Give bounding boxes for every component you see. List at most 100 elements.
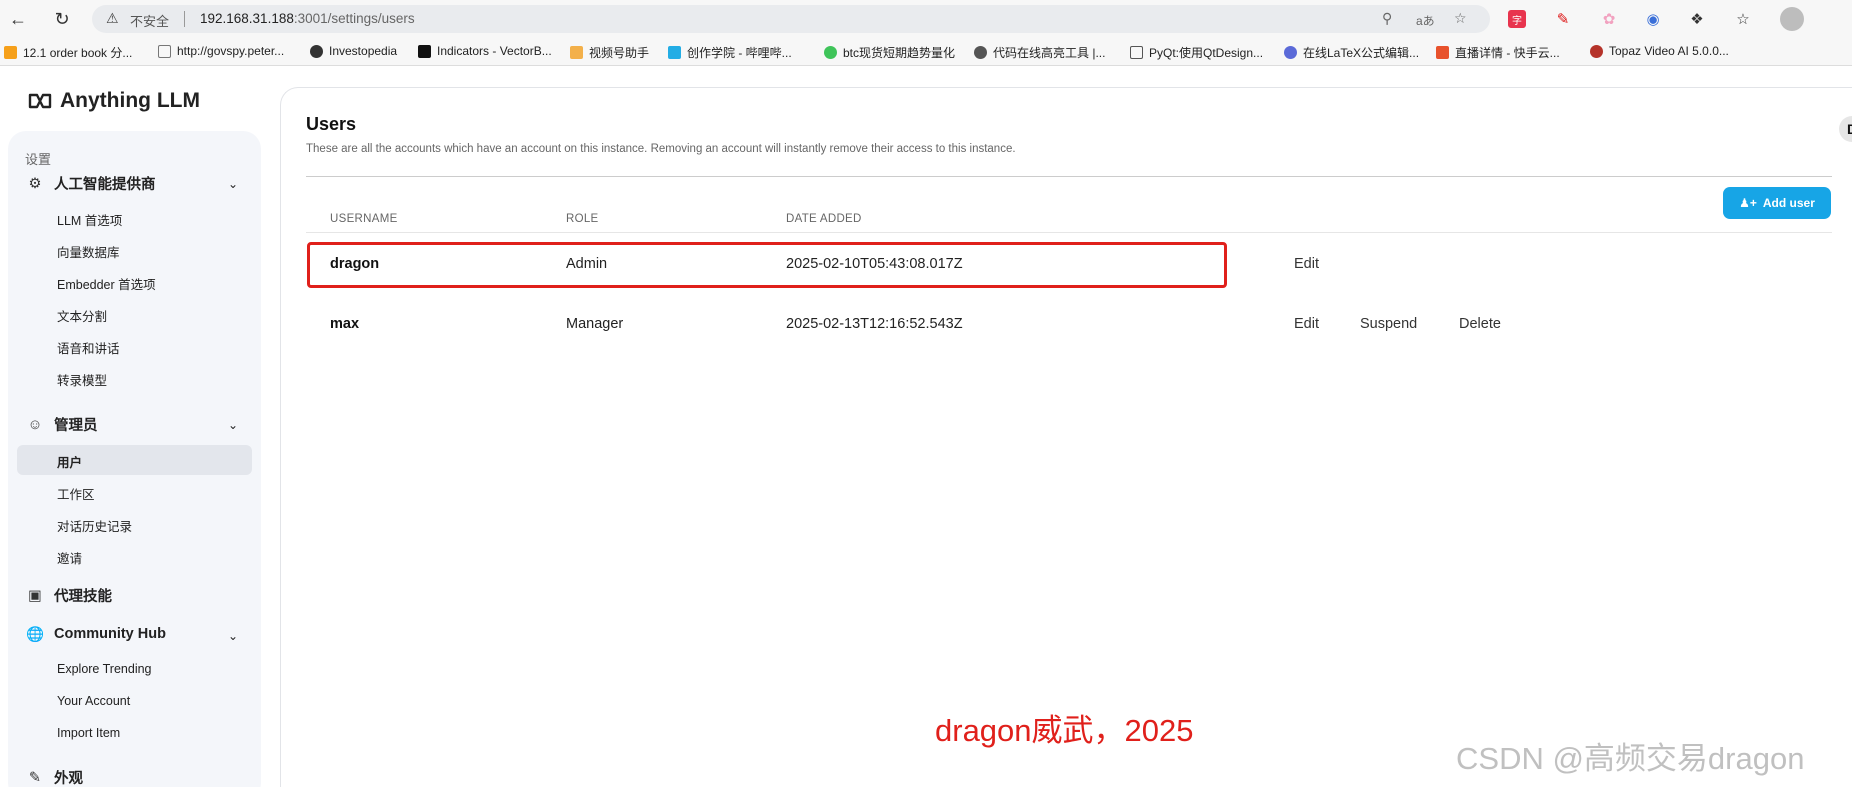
suspend-user-button[interactable]: Suspend: [1360, 316, 1417, 332]
add-user-button[interactable]: ♟+ Add user: [1723, 187, 1831, 219]
sidebar-item-voice-speech[interactable]: 语音和讲话: [57, 338, 120, 357]
flower-extension-icon[interactable]: ✿: [1598, 8, 1620, 30]
header-divider: [306, 176, 1832, 177]
sidebar-active-highlight: [17, 445, 252, 475]
translate-icon[interactable]: aあ: [1416, 12, 1435, 29]
bookmarks-bar: 12.1 order book 分... http://govspy.peter…: [0, 38, 1852, 66]
bookmark-item[interactable]: Topaz Video AI 5.0.0...: [1590, 44, 1729, 58]
page-title: Users: [306, 114, 357, 134]
bookmark-item[interactable]: Investopedia: [310, 44, 397, 58]
sidebar-item-invites[interactable]: 邀请: [57, 548, 82, 567]
annotation-caption: dragon威武，2025: [935, 713, 1194, 748]
row-highlight-box: [307, 242, 1227, 288]
sidebar-item-your-account[interactable]: Your Account: [57, 694, 130, 708]
sidebar-item-llm-preference[interactable]: LLM 首选项: [57, 210, 122, 229]
bookmark-item[interactable]: PyQt:使用QtDesign...: [1130, 44, 1263, 61]
url-text: 192.168.31.188:3001/settings/users: [200, 11, 415, 26]
sidebar-item-explore-trending[interactable]: Explore Trending: [57, 662, 152, 676]
bookmark-icon: [1436, 46, 1449, 59]
bookmark-icon: [1284, 46, 1297, 59]
column-header-date-added: DATE ADDED: [786, 213, 862, 225]
bookmark-item[interactable]: 12.1 order book 分...: [4, 44, 132, 61]
anything-llm-logo-icon: [28, 93, 52, 109]
bookmark-icon: [1130, 46, 1143, 59]
insecure-label: 不安全: [130, 14, 170, 29]
sidebar-group-ai-providers[interactable]: ⚙ 人工智能提供商: [26, 173, 156, 194]
sidebar-group-appearance[interactable]: ✎ 外观: [26, 767, 83, 787]
table-row-role: Admin: [566, 256, 608, 272]
sidebar-item-chat-history[interactable]: 对话历史记录: [57, 516, 132, 535]
warning-icon: ⚠: [106, 10, 119, 26]
table-header-divider: [306, 232, 1832, 233]
bookmark-icon: [824, 46, 837, 59]
bookmark-item[interactable]: Indicators - VectorB...: [418, 44, 552, 58]
column-header-role: ROLE: [566, 213, 599, 225]
bookmark-icon: [974, 46, 987, 59]
back-arrow-icon[interactable]: ←: [6, 7, 30, 31]
sidebar-item-workspaces[interactable]: 工作区: [57, 484, 95, 503]
app-root: Anything LLM 设置 ⚙ 人工智能提供商 ⌄ LLM 首选项 向量数据…: [0, 67, 1852, 787]
robot-icon: ▣: [28, 587, 42, 604]
favorites-icon[interactable]: ☆: [1732, 8, 1754, 30]
star-icon[interactable]: ☆: [1454, 10, 1467, 27]
bookmark-icon: [1590, 44, 1603, 58]
bookmark-item[interactable]: 创作学院 - 哔哩哔...: [668, 44, 792, 61]
sidebar-item-transcription[interactable]: 转录模型: [57, 370, 107, 389]
url-separator: [184, 11, 185, 27]
bookmark-item[interactable]: btc现货短期趋势量化: [824, 44, 955, 61]
settings-sidebar: 设置 ⚙ 人工智能提供商 ⌄ LLM 首选项 向量数据库 Embedder 首选…: [8, 131, 261, 787]
sidebar-group-admin[interactable]: ☺ 管理员: [26, 414, 98, 435]
column-header-username: USERNAME: [330, 213, 398, 225]
sidebar-item-text-splitter[interactable]: 文本分割: [57, 306, 107, 325]
bookmark-icon: [570, 46, 583, 59]
bookmark-icon: [310, 44, 323, 58]
sidebar-item-import-item[interactable]: Import Item: [57, 726, 120, 740]
puzzle-icon[interactable]: ❖: [1686, 8, 1708, 30]
key-icon[interactable]: ⚲: [1382, 10, 1392, 27]
chevron-down-icon[interactable]: ⌄: [228, 629, 238, 643]
bookmark-item[interactable]: 代码在线高亮工具 |...: [974, 44, 1105, 61]
edit-user-button[interactable]: Edit: [1294, 256, 1319, 272]
bookmark-icon: [4, 46, 17, 59]
reload-icon[interactable]: ↻: [50, 7, 74, 31]
watermark: CSDN @高频交易dragon: [1456, 741, 1805, 776]
address-bar[interactable]: ⚠ 不安全 192.168.31.188:3001/settings/users…: [92, 5, 1490, 33]
brand-name: Anything LLM: [60, 89, 200, 112]
sidebar-group-community-hub[interactable]: 🌐 Community Hub: [26, 625, 166, 643]
add-user-icon: ♟+: [1739, 196, 1757, 210]
users-panel: Users These are all the accounts which h…: [280, 87, 1852, 787]
bookmark-icon: [668, 46, 681, 59]
globe-extension-icon[interactable]: ◉: [1642, 8, 1664, 30]
bookmark-item[interactable]: http://govspy.peter...: [158, 44, 284, 58]
sidebar-item-vector-database[interactable]: 向量数据库: [57, 242, 120, 261]
sidebar-item-users[interactable]: 用户: [57, 452, 82, 471]
bookmark-item[interactable]: 直播详情 - 快手云...: [1436, 44, 1560, 61]
bookmark-item[interactable]: 视频号助手: [570, 44, 649, 61]
table-row-date: 2025-02-13T12:16:52.543Z: [786, 316, 963, 332]
brush-icon: ✎: [28, 769, 42, 786]
delete-user-button[interactable]: Delete: [1459, 316, 1501, 332]
edit-user-button[interactable]: Edit: [1294, 316, 1319, 332]
user-gear-icon: ☺: [27, 416, 43, 433]
pen-extension-icon[interactable]: ✎: [1552, 8, 1574, 30]
table-row-username: max: [330, 316, 360, 332]
table-row-role: Manager: [566, 316, 624, 332]
browser-toolbar: ← ↻ ⚠ 不安全 192.168.31.188:3001/settings/u…: [0, 0, 1852, 38]
table-row-username: dragon: [330, 256, 380, 272]
table-row-date: 2025-02-10T05:43:08.017Z: [786, 256, 963, 272]
profile-avatar-icon[interactable]: [1780, 7, 1804, 31]
sidebar-item-embedder[interactable]: Embedder 首选项: [57, 274, 156, 293]
page-description: These are all the accounts which have an…: [306, 143, 1016, 155]
chevron-down-icon[interactable]: ⌄: [228, 418, 238, 432]
corner-avatar[interactable]: D: [1839, 116, 1852, 142]
chevron-down-icon[interactable]: ⌄: [228, 177, 238, 191]
bookmark-item[interactable]: 在线LaTeX公式编辑...: [1284, 44, 1419, 61]
sidebar-group-agent-skills[interactable]: ▣ 代理技能: [26, 585, 112, 606]
globe-icon: 🌐: [25, 626, 45, 643]
brand-logo[interactable]: Anything LLM: [28, 89, 200, 113]
bookmark-icon: [158, 44, 171, 58]
settings-section-label: 设置: [25, 152, 52, 167]
bookmark-icon: [418, 44, 431, 58]
extension-icon[interactable]: 字: [1508, 10, 1526, 28]
gear-icon: ⚙: [28, 175, 42, 192]
